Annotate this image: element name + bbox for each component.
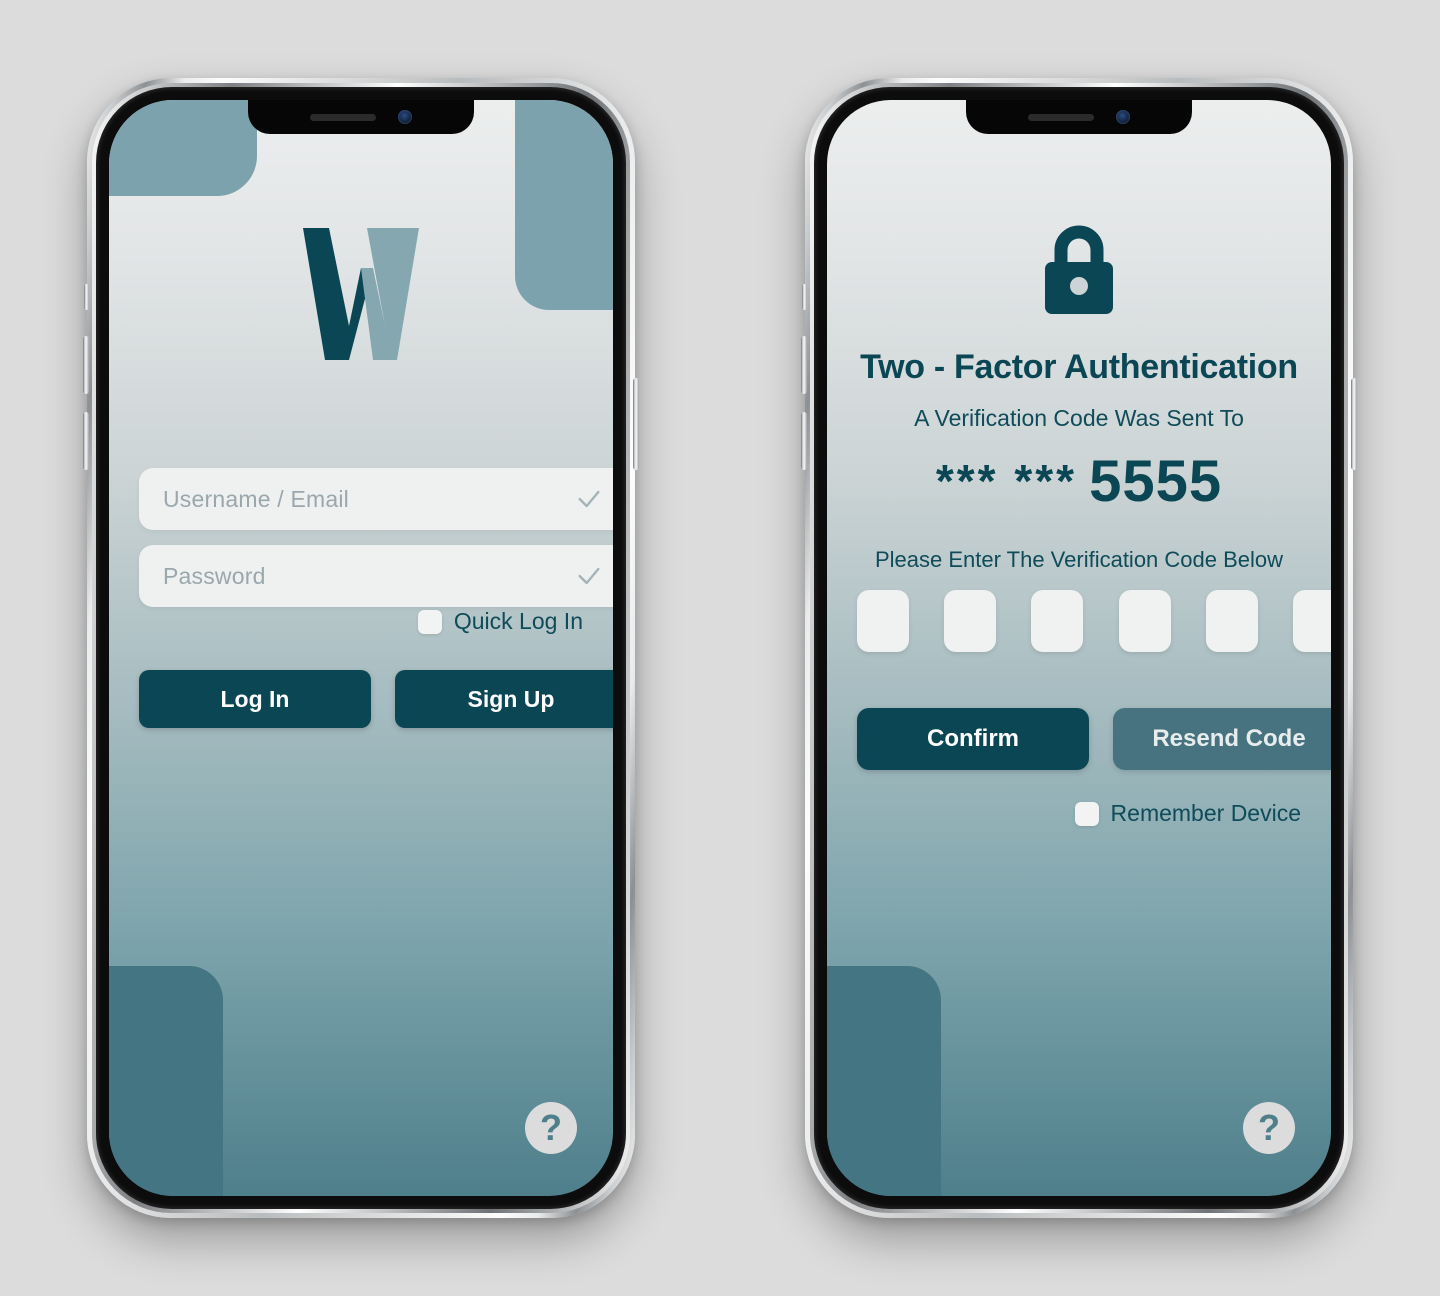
code-cell-5[interactable] xyxy=(1205,590,1258,652)
earpiece-speaker-icon xyxy=(310,113,376,121)
earpiece-speaker-icon xyxy=(1028,113,1094,121)
quick-login-row[interactable]: Quick Log In xyxy=(417,608,583,635)
phone-device-tfa: Two - Factor Authentication A Verificati… xyxy=(801,78,1357,1218)
volume-up-button[interactable] xyxy=(801,336,807,394)
two-factor-content: Two - Factor Authentication A Verificati… xyxy=(827,100,1331,1196)
code-cell-3[interactable] xyxy=(1031,590,1084,652)
phone-mockup-stage: Username / Email Password Quick Log In L… xyxy=(0,0,1440,1296)
lock-icon xyxy=(1045,225,1113,314)
confirm-button[interactable]: Confirm xyxy=(857,708,1089,770)
sign-up-button[interactable]: Sign Up xyxy=(395,670,613,728)
masked-phone-number: *** *** 5555 xyxy=(827,448,1331,515)
power-button[interactable] xyxy=(1351,378,1357,470)
quick-login-checkbox[interactable] xyxy=(417,609,442,634)
masked-digits: *** *** xyxy=(935,455,1078,507)
mute-switch-button[interactable] xyxy=(84,284,89,310)
power-button[interactable] xyxy=(633,378,639,470)
verification-code-inputs xyxy=(857,590,1331,652)
code-cell-6[interactable] xyxy=(1292,590,1331,652)
page-title: Two - Factor Authentication xyxy=(860,348,1298,386)
remember-device-row[interactable]: Remember Device xyxy=(1074,800,1301,827)
phone-chassis: Username / Email Password Quick Log In L… xyxy=(96,87,626,1209)
notch xyxy=(966,100,1192,134)
mute-switch-button[interactable] xyxy=(802,284,807,310)
log-in-button[interactable]: Log In xyxy=(139,670,371,728)
tfa-button-row: Confirm Resend Code xyxy=(857,708,1331,770)
phone-chassis: Two - Factor Authentication A Verificati… xyxy=(814,87,1344,1209)
tfa-subtitle: A Verification Code Was Sent To xyxy=(914,405,1244,431)
login-screen: Username / Email Password Quick Log In L… xyxy=(109,100,613,1196)
password-input[interactable]: Password xyxy=(139,545,613,607)
remember-device-label: Remember Device xyxy=(1110,800,1301,826)
two-factor-screen: Two - Factor Authentication A Verificati… xyxy=(827,100,1331,1196)
login-content: Username / Email Password Quick Log In L… xyxy=(109,100,613,1196)
volume-up-button[interactable] xyxy=(83,336,89,394)
login-button-row: Log In Sign Up xyxy=(139,670,613,728)
notch xyxy=(248,100,474,134)
username-email-placeholder: Username / Email xyxy=(163,485,349,512)
username-email-input[interactable]: Username / Email xyxy=(139,468,613,530)
help-button[interactable]: ? xyxy=(525,1102,577,1154)
phone-device-login: Username / Email Password Quick Log In L… xyxy=(83,78,639,1218)
verification-hint: Please Enter The Verification Code Below xyxy=(874,547,1284,572)
front-camera-icon xyxy=(1116,110,1130,124)
code-cell-2[interactable] xyxy=(944,590,997,652)
check-icon xyxy=(578,567,600,585)
check-icon xyxy=(578,490,600,508)
volume-down-button[interactable] xyxy=(801,412,807,470)
w-logo xyxy=(303,228,419,360)
code-cell-1[interactable] xyxy=(857,590,909,652)
code-cell-4[interactable] xyxy=(1118,590,1171,652)
password-placeholder: Password xyxy=(163,562,266,589)
visible-digits: 5555 xyxy=(1089,449,1223,514)
remember-device-checkbox[interactable] xyxy=(1074,801,1099,826)
front-camera-icon xyxy=(398,110,412,124)
resend-code-button[interactable]: Resend Code xyxy=(1113,708,1331,770)
help-button[interactable]: ? xyxy=(1243,1102,1295,1154)
volume-down-button[interactable] xyxy=(83,412,89,470)
quick-login-label: Quick Log In xyxy=(453,608,583,634)
